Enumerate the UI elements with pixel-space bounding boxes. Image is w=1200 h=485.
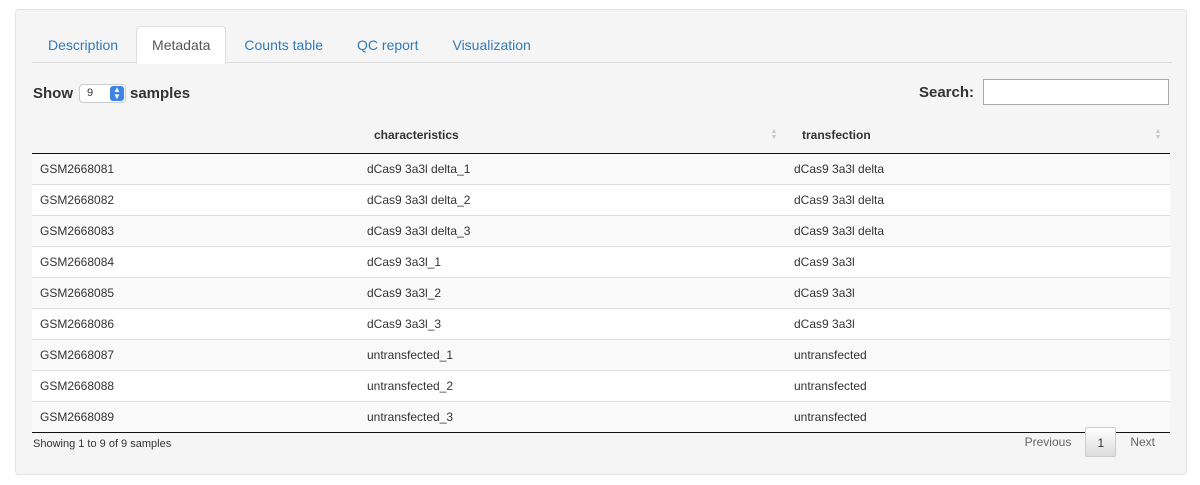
characteristics-cell: untransfected_3 (357, 400, 786, 433)
table-row[interactable]: GSM2668087 untransfected_1 untransfected (32, 338, 1170, 370)
next-button[interactable]: Next (1116, 427, 1169, 457)
tab-metadata[interactable]: Metadata (136, 26, 227, 64)
table-row[interactable]: GSM2668082 dCas9 3a3l delta_2 dCas9 3a3l… (32, 183, 1170, 215)
page-length-value: 9 (87, 86, 94, 99)
characteristics-cell: dCas9 3a3l delta_1 (357, 153, 786, 184)
sample-id-cell: GSM2668085 (32, 276, 357, 308)
tab-visualization[interactable]: Visualization (436, 26, 546, 63)
search-input[interactable] (983, 79, 1169, 105)
tab-description[interactable]: Description (32, 26, 134, 63)
sort-icon: ▲ ▼ (770, 128, 778, 141)
previous-button[interactable]: Previous (1011, 427, 1086, 457)
table-row[interactable]: GSM2668084 dCas9 3a3l_1 dCas9 3a3l (32, 245, 1170, 277)
search-control: Search: (919, 79, 1169, 105)
sample-id-cell: GSM2668082 (32, 183, 357, 215)
page-button-1[interactable]: 1 (1085, 427, 1117, 457)
table-row[interactable]: GSM2668085 dCas9 3a3l_2 dCas9 3a3l (32, 276, 1170, 308)
select-arrows-icon: ▲ ▼ (110, 85, 124, 101)
characteristics-cell: dCas9 3a3l delta_3 (357, 214, 786, 246)
column-header-characteristics[interactable]: characteristics ▲ ▼ (357, 118, 786, 154)
search-label: Search: (918, 83, 974, 101)
sort-icon: ▲ ▼ (1154, 128, 1162, 141)
pagination: Previous 1 Next (1011, 427, 1169, 457)
transfection-cell: untransfected (786, 338, 1170, 370)
characteristics-cell: dCas9 3a3l delta_2 (357, 183, 786, 215)
table-row[interactable]: GSM2668089 untransfected_3 untransfected (32, 400, 1170, 433)
sample-id-cell: GSM2668084 (32, 245, 357, 277)
metadata-table-wrapper: characteristics ▲ ▼ transfection ▲ ▼ GSM26… (32, 118, 1186, 433)
tab-bar: Description Metadata Counts table QC rep… (32, 26, 1172, 64)
tab-counts-table[interactable]: Counts table (228, 26, 339, 63)
transfection-cell: dCas9 3a3l delta (786, 153, 1170, 184)
table-header-row: characteristics ▲ ▼ transfection ▲ ▼ (32, 118, 1170, 154)
column-header-id[interactable] (32, 118, 357, 154)
table-row[interactable]: GSM2668083 dCas9 3a3l delta_3 dCas9 3a3l… (32, 214, 1170, 246)
transfection-cell: dCas9 3a3l delta (786, 183, 1170, 215)
page-length-select[interactable]: 9 ▲ ▼ (79, 83, 126, 103)
characteristics-cell: untransfected_1 (357, 338, 786, 370)
transfection-cell: dCas9 3a3l (786, 276, 1170, 308)
sample-id-cell: GSM2668083 (32, 214, 357, 246)
characteristics-cell: dCas9 3a3l_1 (357, 245, 786, 277)
metadata-panel: Description Metadata Counts table QC rep… (15, 9, 1187, 475)
transfection-cell: dCas9 3a3l (786, 245, 1170, 277)
characteristics-cell: dCas9 3a3l_2 (357, 276, 786, 308)
transfection-cell: dCas9 3a3l (786, 307, 1170, 339)
samples-label: samples (130, 84, 191, 102)
table-row[interactable]: GSM2668088 untransfected_2 untransfected (32, 369, 1170, 401)
sample-id-cell: GSM2668088 (32, 369, 357, 401)
page-length-control: Show 9 ▲ ▼ samples (33, 82, 190, 104)
sample-id-cell: GSM2668086 (32, 307, 357, 339)
characteristics-cell: untransfected_2 (357, 369, 786, 401)
table-row[interactable]: GSM2668086 dCas9 3a3l_3 dCas9 3a3l (32, 307, 1170, 339)
sample-id-cell: GSM2668081 (32, 153, 357, 184)
column-header-label: transfection (802, 128, 871, 143)
characteristics-cell: dCas9 3a3l_3 (357, 307, 786, 339)
tab-qc-report[interactable]: QC report (341, 26, 434, 63)
table-row[interactable]: GSM2668081 dCas9 3a3l delta_1 dCas9 3a3l… (32, 153, 1170, 184)
column-header-label: characteristics (374, 128, 459, 143)
metadata-table: characteristics ▲ ▼ transfection ▲ ▼ GSM26… (32, 118, 1170, 433)
transfection-cell: untransfected (786, 369, 1170, 401)
show-label: Show (33, 84, 73, 102)
sample-id-cell: GSM2668087 (32, 338, 357, 370)
column-header-transfection[interactable]: transfection ▲ ▼ (786, 118, 1170, 154)
table-info: Showing 1 to 9 of 9 samples (33, 438, 172, 450)
transfection-cell: dCas9 3a3l delta (786, 214, 1170, 246)
sample-id-cell: GSM2668089 (32, 400, 357, 433)
